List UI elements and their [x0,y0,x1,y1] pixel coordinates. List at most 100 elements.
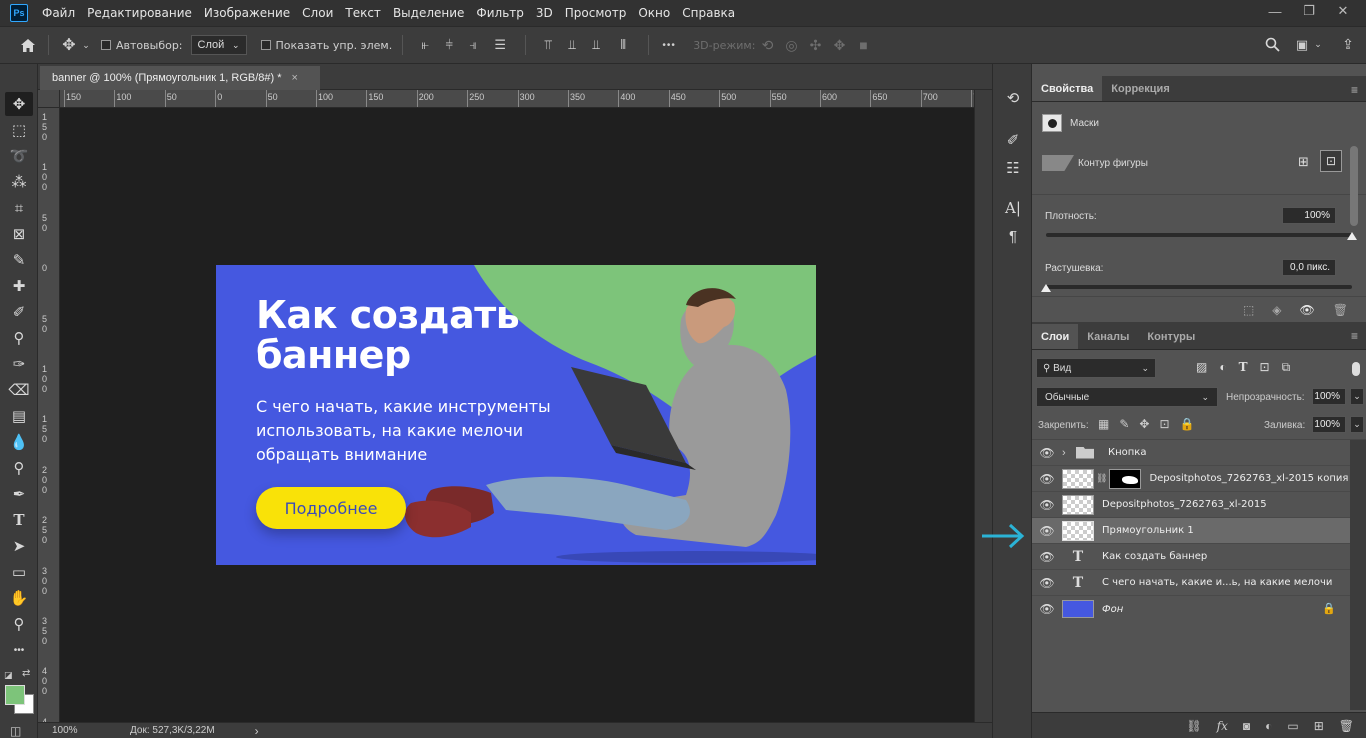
align-left-icon[interactable]: ⫦ [413,37,437,53]
minimize-icon[interactable]: — [1258,0,1292,22]
filter-pixel-icon[interactable]: ▨ [1196,360,1207,375]
select-shape-icon[interactable]: ⊡ [1320,150,1342,172]
show-transform-checkbox[interactable]: Показать упр. элем. [260,39,392,52]
filter-shape-icon[interactable]: ⊡ [1260,360,1270,375]
swap-colors-icon[interactable]: ⇄ [22,668,30,679]
align-bottom-icon[interactable]: ⫫ [584,37,608,53]
type-tool-icon[interactable]: T [5,508,33,532]
align-vcenter-icon[interactable]: ⫫ [560,37,584,53]
feather-field[interactable]: 0,0 пикс. [1282,259,1336,276]
zoom-level[interactable]: 100% [52,725,112,736]
eye-icon[interactable]: 👁 [1032,576,1062,590]
search-icon[interactable] [1262,37,1282,52]
layer-row-group[interactable]: 👁 › Кнопка [1032,440,1350,466]
healing-brush-tool-icon[interactable]: ✚ [5,274,33,298]
lock-pixels-icon[interactable]: ✎ [1119,417,1129,431]
marquee-tool-icon[interactable]: ⬚ [5,118,33,142]
lock-position-icon[interactable]: ✥ [1139,417,1149,431]
lock-transparency-icon[interactable]: ▦ [1098,417,1109,431]
foreground-color-swatch[interactable] [5,685,25,705]
banner-cta-button[interactable]: Подробнее [256,487,406,529]
character-panel-icon[interactable]: A| [1001,196,1025,220]
layer-row-background[interactable]: 👁 Фон 🔒 [1032,596,1350,622]
expand-group-icon[interactable]: › [1062,447,1076,459]
filter-adjustment-icon[interactable]: ◐ [1219,360,1226,375]
align-hcenter-icon[interactable]: ⫩ [437,37,461,53]
zoom-tool-icon[interactable]: ⚲ [5,612,33,636]
distribute-v-icon[interactable]: ⫴ [608,37,638,53]
layer-row-rectangle[interactable]: 👁 Прямоугольник 1 [1032,518,1350,544]
frame-tool-icon[interactable]: ⊠ [5,222,33,246]
status-arrow-icon[interactable]: › [255,724,259,738]
brush-tool-icon[interactable]: ✐ [5,300,33,324]
align-top-icon[interactable]: ⫪ [536,37,560,53]
blur-tool-icon[interactable]: 💧 [5,430,33,454]
edit-toolbar-icon[interactable]: ••• [5,638,33,662]
menu-window[interactable]: Окно [632,6,676,20]
lock-artboard-icon[interactable]: ⊡ [1159,417,1169,431]
visibility-icon[interactable]: 👁 [1300,303,1315,317]
new-adjustment-icon[interactable]: ◐ [1265,719,1272,733]
add-mask-icon[interactable]: ⊞ [1298,154,1309,170]
layer-mask-thumbnail[interactable] [1109,468,1142,489]
history-panel-icon[interactable]: ⟲ [1001,86,1025,110]
lock-all-icon[interactable]: 🔒 [1180,417,1195,431]
mask-icon[interactable] [1042,114,1062,132]
paragraph-panel-icon[interactable]: ¶ [1001,224,1025,248]
eye-icon[interactable]: 👁 [1032,498,1062,512]
adjustments-icon[interactable]: ☷ [1001,156,1025,180]
layer-style-icon[interactable]: fx [1217,719,1228,733]
eye-icon[interactable]: 👁 [1032,472,1062,486]
delete-layer-icon[interactable]: 🗑 [1339,719,1354,733]
menu-help[interactable]: Справка [676,6,741,20]
menu-select[interactable]: Выделение [387,6,470,20]
new-group-icon[interactable]: ▭ [1287,719,1298,733]
refine-mask-icon[interactable]: ◈ [1272,303,1281,317]
chevron-down-icon[interactable]: ⌄ [79,40,93,51]
pen-tool-icon[interactable]: ✒ [5,482,33,506]
default-colors-icon[interactable]: ◪ [4,670,13,681]
document-tab[interactable]: banner @ 100% (Прямоугольник 1, RGB/8#) … [40,66,320,90]
layers-scrollbar[interactable] [1350,440,1366,710]
path-selection-tool-icon[interactable]: ➤ [5,534,33,558]
menu-3d[interactable]: 3D [530,6,559,20]
restore-icon[interactable]: ❐ [1292,0,1326,22]
tab-channels[interactable]: Каналы [1078,324,1138,349]
density-slider[interactable] [1046,232,1357,240]
home-icon[interactable] [18,38,38,53]
close-window-icon[interactable]: ✕ [1326,0,1360,22]
ruler-corner[interactable] [38,90,60,108]
layer-row-title-text[interactable]: 👁 T Как создать баннер [1032,544,1350,570]
rectangle-tool-icon[interactable]: ▭ [5,560,33,584]
banner-canvas[interactable]: Как создать баннер С чего начать, какие … [216,265,816,565]
workspace-icon[interactable]: ▣ [1292,37,1312,53]
tab-layers[interactable]: Слои [1032,324,1079,349]
distribute-h-icon[interactable]: ☰ [485,37,515,53]
menu-layers[interactable]: Слои [296,6,339,20]
layer-row-subtitle-text[interactable]: 👁 T С чего начать, какие и...ь, на какие… [1032,570,1350,596]
new-layer-icon[interactable]: ⊞ [1314,719,1324,733]
autoselect-select[interactable]: Слой ⌄ [190,35,247,55]
opacity-field[interactable]: 100% [1312,388,1346,405]
menu-file[interactable]: Файл [36,6,81,20]
autoselect-checkbox[interactable]: Автовыбор: [101,39,183,52]
layer-row-photo-copy[interactable]: 👁 ⛓ Depositphotos_7262763_xl-2015 копия [1032,466,1350,492]
history-brush-tool-icon[interactable]: ✑ [5,352,33,376]
crop-tool-icon[interactable]: ⌗ [5,196,33,220]
layers-panel-menu-icon[interactable]: ≡ [1351,329,1358,343]
brush-settings-icon[interactable]: ✐ [1001,128,1025,152]
panel-menu-icon[interactable]: ≡ [1351,83,1358,97]
menu-filter[interactable]: Фильтр [470,6,529,20]
workspace-chevron-icon[interactable]: ⌄ [1312,39,1324,50]
menu-edit[interactable]: Редактирование [81,6,198,20]
tab-properties[interactable]: Свойства [1032,76,1103,101]
fill-field[interactable]: 100% [1312,416,1346,433]
menu-text[interactable]: Текст [339,6,387,20]
layer-row-photo[interactable]: 👁 Depositphotos_7262763_xl-2015 [1032,492,1350,518]
eraser-tool-icon[interactable]: ⌫ [5,378,33,402]
menu-image[interactable]: Изображение [198,6,296,20]
fill-chevron-icon[interactable]: ⌄ [1350,416,1364,433]
move-tool-icon[interactable]: ✥ [5,92,33,116]
layer-filter-select[interactable]: ⚲ Вид ⌄ [1036,358,1156,378]
properties-scroll-thumb[interactable] [1350,146,1358,226]
